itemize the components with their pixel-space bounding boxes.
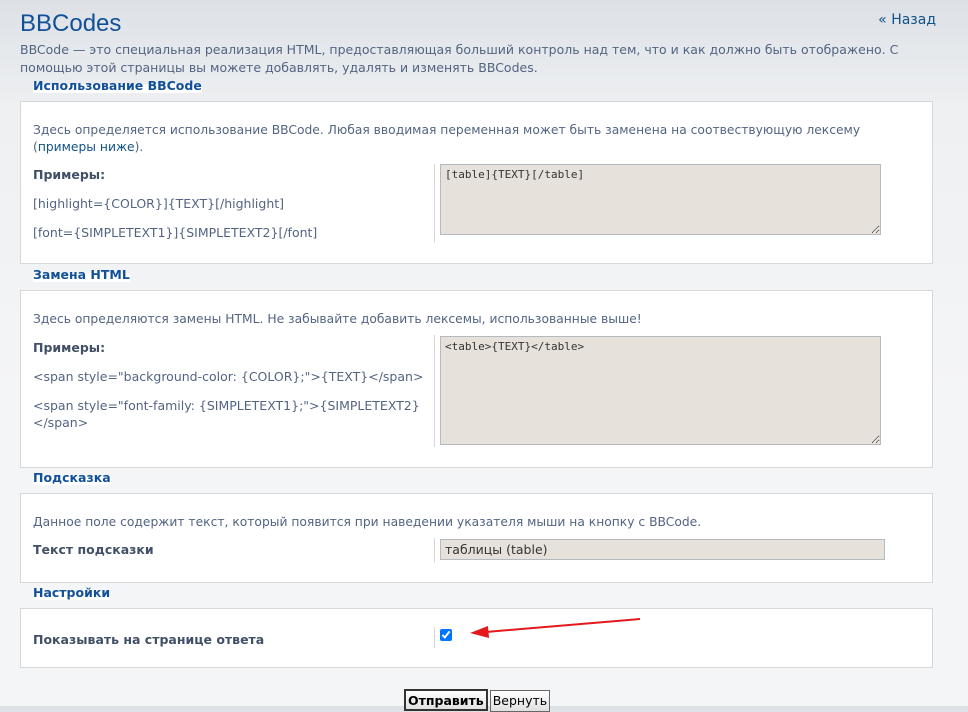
html-examples: Примеры: <span style="background-color: … bbox=[33, 340, 428, 431]
settings-fieldset: Настройки Показывать на странице ответа bbox=[20, 585, 933, 668]
form-buttons: Отправить Вернуть bbox=[404, 689, 552, 712]
help-label: Текст подсказки bbox=[33, 542, 154, 557]
usage-description: Здесь определяется использование BBCode.… bbox=[33, 122, 913, 156]
html-fieldset: Замена HTML Здесь определяются замены HT… bbox=[20, 267, 933, 468]
html-example-2: <span style="font-family: {SIMPLETEXT1};… bbox=[33, 398, 420, 430]
usage-example-2: [font={SIMPLETEXT1}]{SIMPLETEXT2}[/font] bbox=[33, 225, 318, 240]
display-on-posting-checkbox[interactable] bbox=[440, 629, 452, 641]
usage-description-text: Здесь определяется использование BBCode.… bbox=[33, 123, 861, 154]
help-description: Данное поле содержит текст, который появ… bbox=[33, 515, 702, 529]
html-examples-label: Примеры: bbox=[33, 340, 106, 355]
html-replacement-textarea[interactable]: <table>{TEXT}</table> bbox=[440, 336, 881, 445]
html-divider bbox=[434, 335, 435, 447]
help-line-input[interactable] bbox=[440, 539, 885, 560]
help-fieldset: Подсказка Данное поле содержит текст, ко… bbox=[20, 470, 933, 583]
settings-divider bbox=[434, 627, 435, 648]
usage-description-end: ). bbox=[134, 140, 144, 154]
page-title: BBCodes bbox=[20, 10, 122, 37]
usage-example-1: [highlight={COLOR}]{TEXT}[/highlight] bbox=[33, 196, 285, 211]
examples-link[interactable]: примеры ниже bbox=[38, 140, 135, 154]
help-divider bbox=[434, 538, 435, 562]
display-on-posting-label: Показывать на странице ответа bbox=[33, 632, 265, 647]
html-legend: Замена HTML bbox=[33, 267, 130, 282]
page-intro: BBCode — это специальная реализация HTML… bbox=[20, 42, 899, 75]
submit-button[interactable]: Отправить bbox=[404, 689, 488, 711]
usage-examples-label: Примеры: bbox=[33, 167, 106, 182]
reset-button[interactable]: Вернуть bbox=[489, 689, 551, 712]
back-link[interactable]: « Назад bbox=[878, 12, 936, 28]
usage-fieldset: Использование BBCode Здесь определяется … bbox=[20, 78, 933, 264]
help-legend: Подсказка bbox=[33, 470, 111, 485]
html-example-1: <span style="background-color: {COLOR};"… bbox=[33, 369, 424, 384]
html-description: Здесь определяются замены HTML. Не забыв… bbox=[33, 312, 642, 326]
usage-legend: Использование BBCode bbox=[33, 78, 202, 93]
usage-divider bbox=[434, 164, 435, 242]
bbcode-usage-textarea[interactable]: [table]{TEXT}[/table] bbox=[440, 164, 881, 235]
usage-examples: Примеры: [highlight={COLOR}]{TEXT}[/high… bbox=[33, 167, 428, 241]
settings-legend: Настройки bbox=[33, 585, 111, 600]
